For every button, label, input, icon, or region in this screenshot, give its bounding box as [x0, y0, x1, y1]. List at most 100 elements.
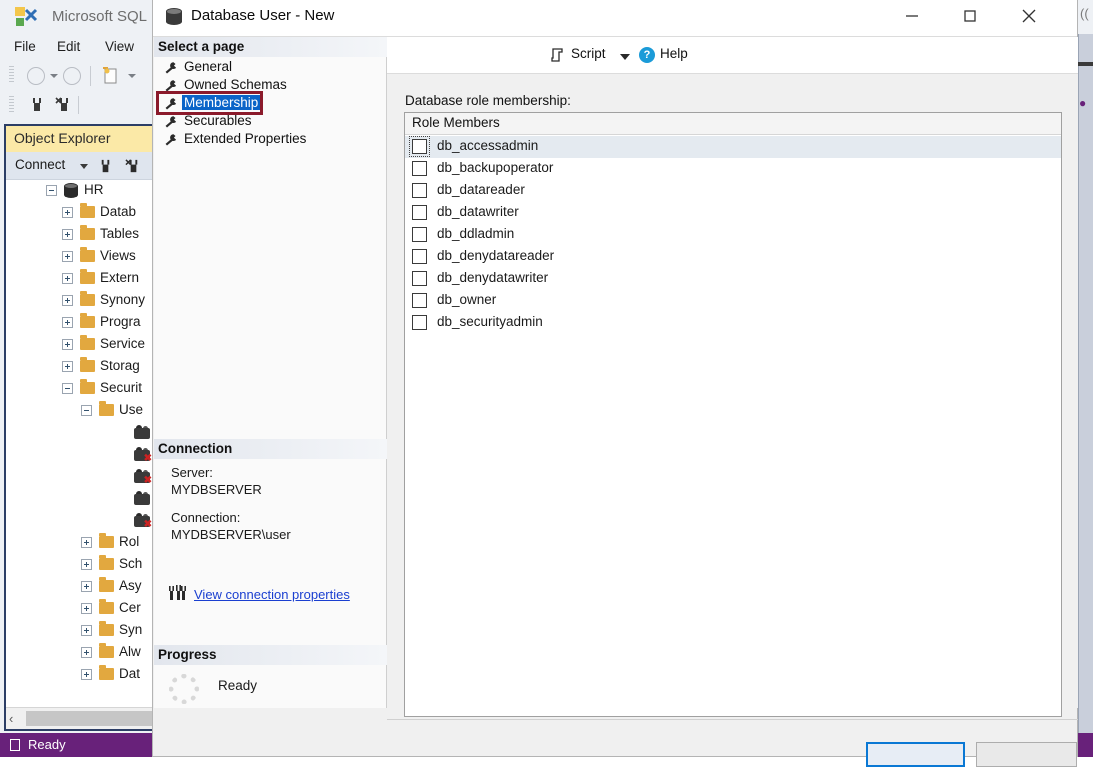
role-member-checkbox[interactable]	[412, 183, 427, 198]
tree-node[interactable]: Service	[6, 334, 153, 356]
tree-node[interactable]: Views	[6, 246, 153, 268]
page-item-label: Owned Schemas	[182, 77, 289, 92]
tree-node[interactable]: Securit	[6, 378, 153, 400]
new-query-icon[interactable]	[101, 66, 121, 86]
minimize-button[interactable]	[889, 0, 935, 32]
cancel-button[interactable]	[976, 742, 1077, 767]
tree-collapse-icon[interactable]	[46, 185, 57, 196]
tree-expand-icon[interactable]	[62, 273, 73, 284]
toolbar-grip-2[interactable]	[9, 96, 14, 114]
page-item-extended-properties[interactable]: Extended Properties	[154, 131, 387, 149]
tree-node[interactable]: ✖	[6, 510, 153, 532]
object-explorer-tree[interactable]: HRDatabTablesViewsExternSynonyPrograServ…	[6, 180, 153, 707]
script-button[interactable]: Script	[571, 46, 606, 61]
tree-node[interactable]: Datab	[6, 202, 153, 224]
role-member-checkbox[interactable]	[412, 249, 427, 264]
tree-collapse-icon[interactable]	[81, 405, 92, 416]
object-explorer-hscrollbar[interactable]: ‹	[6, 707, 153, 729]
tree-node[interactable]: Progra	[6, 312, 153, 334]
tree-expand-icon[interactable]	[81, 647, 92, 658]
role-member-row[interactable]: db_securityadmin	[405, 312, 1061, 334]
role-members-rows[interactable]: db_accessadmindb_backupoperatordb_datare…	[405, 136, 1061, 334]
tree-collapse-icon[interactable]	[62, 383, 73, 394]
tree-node[interactable]	[6, 488, 153, 510]
role-member-row[interactable]: db_owner	[405, 290, 1061, 312]
toolbar-grip[interactable]	[9, 66, 14, 84]
tree-expand-icon[interactable]	[62, 229, 73, 240]
role-member-row[interactable]: db_denydatawriter	[405, 268, 1061, 290]
tree-node[interactable]: Extern	[6, 268, 153, 290]
wrench-icon	[164, 79, 178, 93]
page-list[interactable]: GeneralOwned Schemas MembershipSecurables…	[154, 59, 387, 149]
tree-node[interactable]	[6, 422, 153, 444]
connect-dropdown-arrow-icon[interactable]	[80, 164, 88, 169]
navigate-back-icon[interactable]	[27, 67, 45, 85]
tree-node[interactable]: ✖	[6, 466, 153, 488]
tree-expand-icon[interactable]	[62, 207, 73, 218]
role-member-checkbox[interactable]	[412, 293, 427, 308]
close-button[interactable]	[1006, 0, 1052, 32]
role-member-row[interactable]: db_accessadmin	[405, 136, 1061, 158]
connect-plug-icon[interactable]	[28, 96, 46, 114]
tree-node[interactable]: Alw	[6, 642, 153, 664]
tree-expand-icon[interactable]	[81, 603, 92, 614]
role-member-row[interactable]: db_ddladmin	[405, 224, 1061, 246]
role-member-checkbox[interactable]	[412, 139, 427, 154]
view-connection-properties-link[interactable]: View connection properties	[194, 587, 350, 602]
tree-expand-icon[interactable]	[62, 317, 73, 328]
menu-edit[interactable]: Edit	[51, 36, 86, 57]
tree-node[interactable]: Use	[6, 400, 153, 422]
ok-button[interactable]	[866, 742, 965, 767]
role-member-row[interactable]: db_denydatareader	[405, 246, 1061, 268]
page-item-securables[interactable]: Securables	[154, 113, 387, 131]
oe-connect-plug-icon[interactable]	[97, 158, 114, 175]
tree-node[interactable]: Synony	[6, 290, 153, 312]
tree-expand-icon[interactable]	[81, 669, 92, 680]
tree-expand-icon[interactable]	[81, 625, 92, 636]
tree-expand-icon[interactable]	[81, 537, 92, 548]
scroll-left-icon[interactable]: ‹	[9, 711, 13, 726]
tree-node[interactable]: HR	[6, 180, 153, 202]
tree-node[interactable]: Tables	[6, 224, 153, 246]
maximize-button[interactable]	[947, 0, 993, 32]
help-icon[interactable]: ?	[639, 47, 655, 63]
tree-expand-icon[interactable]	[62, 339, 73, 350]
role-member-checkbox[interactable]	[412, 205, 427, 220]
tree-expand-icon[interactable]	[62, 295, 73, 306]
role-member-checkbox[interactable]	[412, 271, 427, 286]
tree-expand-icon[interactable]	[62, 251, 73, 262]
oe-disconnect-plug-icon[interactable]	[125, 158, 142, 175]
tree-node[interactable]: Cer	[6, 598, 153, 620]
page-item-membership[interactable]: Membership	[154, 95, 387, 113]
page-item-general[interactable]: General	[154, 59, 387, 77]
page-item-owned-schemas[interactable]: Owned Schemas	[154, 77, 387, 95]
role-member-checkbox[interactable]	[412, 227, 427, 242]
role-member-label: db_denydatareader	[437, 248, 554, 263]
tree-node[interactable]: Dat	[6, 664, 153, 686]
tree-expand-icon[interactable]	[62, 361, 73, 372]
role-member-row[interactable]: db_datareader	[405, 180, 1061, 202]
role-member-row[interactable]: db_backupoperator	[405, 158, 1061, 180]
tree-node[interactable]: Syn	[6, 620, 153, 642]
tree-node[interactable]: Sch	[6, 554, 153, 576]
role-members-grid[interactable]: Role Members db_accessadmindb_backupoper…	[404, 112, 1062, 717]
tree-node[interactable]: Storag	[6, 356, 153, 378]
menu-file[interactable]: File	[8, 36, 42, 57]
tree-node[interactable]: ✖	[6, 444, 153, 466]
connect-button[interactable]: Connect	[15, 157, 65, 172]
disconnect-plug-icon[interactable]	[55, 96, 73, 114]
role-member-row[interactable]: db_datawriter	[405, 202, 1061, 224]
tree-node[interactable]: Rol	[6, 532, 153, 554]
script-icon[interactable]	[550, 47, 566, 63]
tree-expand-icon[interactable]	[81, 559, 92, 570]
script-dropdown-arrow-icon[interactable]	[620, 54, 630, 60]
menu-view[interactable]: View	[99, 36, 140, 57]
new-query-dropdown-arrow-icon[interactable]	[128, 74, 136, 78]
help-button[interactable]: Help	[660, 46, 688, 61]
tree-expand-icon[interactable]	[81, 581, 92, 592]
role-member-checkbox[interactable]	[412, 315, 427, 330]
tree-node[interactable]: Asy	[6, 576, 153, 598]
navigate-forward-icon[interactable]	[63, 67, 81, 85]
role-member-checkbox[interactable]	[412, 161, 427, 176]
back-dropdown-arrow-icon[interactable]	[50, 74, 58, 78]
